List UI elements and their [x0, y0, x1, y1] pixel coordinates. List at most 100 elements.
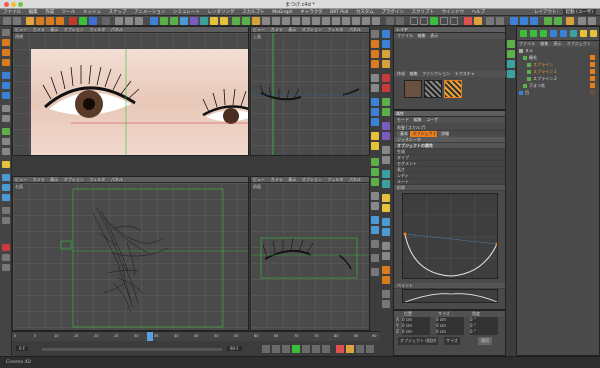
object-manager-icon[interactable]: [510, 17, 518, 25]
attributes-menu-mode[interactable]: モード: [394, 117, 409, 123]
script-11-icon[interactable]: [382, 146, 390, 154]
new-deformer-icon[interactable]: [560, 30, 567, 37]
menu-custom[interactable]: カスタム: [353, 9, 377, 16]
record-active-icon[interactable]: [336, 345, 344, 353]
coord-size-mode-select[interactable]: サイズ: [444, 337, 460, 345]
menu-edit[interactable]: 編集: [26, 9, 41, 16]
hair-curl-icon[interactable]: [292, 17, 300, 25]
material-tab-create[interactable]: 作成: [394, 71, 405, 77]
material-tag-icon[interactable]: [590, 83, 595, 88]
python-icon[interactable]: [2, 254, 10, 261]
move-view-icon[interactable]: [371, 40, 379, 48]
script-1-icon[interactable]: [382, 30, 390, 38]
redo-icon[interactable]: [13, 17, 21, 25]
viewport-top[interactable]: ビュー カメラ 表示 オプション フィルタ パネル 上面: [250, 26, 370, 156]
coord-size-z[interactable]: 0 cm: [436, 329, 464, 335]
checker-icon[interactable]: [2, 244, 10, 251]
record-icon[interactable]: [386, 17, 394, 25]
layout-1-icon[interactable]: [371, 98, 379, 106]
cube-icon[interactable]: [150, 17, 158, 25]
menu-tools[interactable]: ツール: [59, 9, 79, 16]
floor-icon[interactable]: [200, 17, 208, 25]
motion-clip-icon[interactable]: [496, 17, 504, 25]
script-24-icon[interactable]: [382, 300, 390, 308]
script-14-icon[interactable]: [382, 180, 390, 188]
tag-icon-1[interactable]: [507, 40, 515, 48]
hair-straighten-icon[interactable]: [302, 17, 310, 25]
script-18-icon[interactable]: [382, 228, 390, 236]
frame-range-slider[interactable]: [42, 348, 222, 351]
edges-mode-icon[interactable]: [2, 82, 10, 89]
keyframe-selection-icon[interactable]: [356, 345, 364, 353]
tag-icon-3[interactable]: [507, 60, 515, 68]
menu-sculpt[interactable]: スカルプト: [239, 9, 268, 16]
pen-spline-icon[interactable]: [160, 17, 168, 25]
scale-icon[interactable]: [46, 17, 54, 25]
z-axis-icon[interactable]: [89, 17, 97, 25]
live-select-icon[interactable]: [26, 17, 34, 25]
hair-vertex-mode-icon[interactable]: [2, 194, 10, 201]
snap-icon[interactable]: [2, 138, 10, 145]
hair-select-icon[interactable]: [2, 174, 10, 181]
new-array-icon[interactable]: [550, 30, 557, 37]
layer-manager-icon[interactable]: [544, 17, 552, 25]
camera-icon[interactable]: [210, 17, 218, 25]
goto-end-icon[interactable]: [322, 345, 330, 353]
script-23-icon[interactable]: [382, 290, 390, 298]
hair-tool-1-icon[interactable]: [371, 158, 379, 166]
material-thumb-skin[interactable]: [404, 80, 422, 98]
material-tag-icon[interactable]: [590, 62, 595, 67]
material-thumb-lash-selected[interactable]: [444, 80, 462, 98]
object-menu-objects[interactable]: オブジェクト: [565, 41, 593, 46]
enable-axis-icon[interactable]: [2, 105, 10, 112]
menu-snap[interactable]: スナップ: [105, 9, 129, 16]
model-mode-icon[interactable]: [2, 39, 10, 46]
script-19-icon[interactable]: [382, 242, 390, 250]
menu-render[interactable]: レンダリング: [205, 9, 238, 16]
material-menu-edit[interactable]: 編集: [415, 33, 426, 39]
coord-mode-select[interactable]: オブジェクト (相対): [398, 337, 439, 345]
menu-create[interactable]: 作成: [42, 9, 57, 16]
layout-4-icon[interactable]: [371, 118, 379, 126]
menu-character[interactable]: キャラクタ: [297, 9, 325, 16]
attributes-tab-detail[interactable]: 詳細: [438, 131, 450, 137]
hair-scale-icon[interactable]: [372, 17, 380, 25]
coord-system-icon[interactable]: [102, 17, 110, 25]
subdivision-icon[interactable]: [170, 17, 178, 25]
object-row-eye[interactable]: 目: [517, 89, 599, 96]
script-5-icon[interactable]: [382, 74, 390, 82]
next-frame-icon[interactable]: [440, 17, 448, 25]
attributes-menu-user[interactable]: ユーザ: [423, 117, 438, 123]
menu-simulate[interactable]: シミュレート: [170, 9, 203, 16]
zoom-view-icon[interactable]: [371, 50, 379, 58]
hair-add-icon[interactable]: [352, 17, 360, 25]
frame-selected-icon[interactable]: [371, 84, 379, 92]
coord-ang-z[interactable]: 0 °: [470, 329, 498, 335]
render-picture-viewer-icon[interactable]: [125, 17, 133, 25]
script-4-icon[interactable]: [382, 60, 390, 68]
menu-script[interactable]: スクリプト: [409, 9, 438, 16]
hair-move-icon[interactable]: [362, 17, 370, 25]
viewport-right[interactable]: ビュー カメラ 表示 オプション フィルタ パネル 右面: [12, 176, 249, 331]
points-mode-icon[interactable]: [2, 72, 10, 79]
object-menu-file[interactable]: ファイル: [517, 41, 537, 46]
grid-icon[interactable]: [2, 217, 10, 224]
menu-file[interactable]: ファイル: [0, 9, 24, 16]
workplane-icon[interactable]: [2, 148, 10, 155]
annotation-icon[interactable]: [371, 226, 379, 234]
material-tab-texture[interactable]: テクスチャ: [452, 71, 475, 77]
new-light-icon[interactable]: [590, 30, 597, 37]
menu-mesh[interactable]: メッシュ: [80, 9, 104, 16]
autokey-active-icon[interactable]: [346, 345, 354, 353]
script-12-icon[interactable]: [382, 156, 390, 164]
hair-density-icon[interactable]: [342, 17, 350, 25]
content-browser-icon[interactable]: [520, 17, 528, 25]
object-row-lower-lashes[interactable]: 下まつ毛: [517, 82, 599, 89]
motion-tracker-icon[interactable]: [486, 17, 494, 25]
spline-curve-editor[interactable]: [402, 193, 499, 280]
undo-icon[interactable]: [3, 17, 11, 25]
step-forward-icon[interactable]: [302, 345, 310, 353]
hair-guides-icon[interactable]: [242, 17, 250, 25]
layout-2-icon[interactable]: [371, 108, 379, 116]
hair-material-icon[interactable]: [252, 17, 260, 25]
